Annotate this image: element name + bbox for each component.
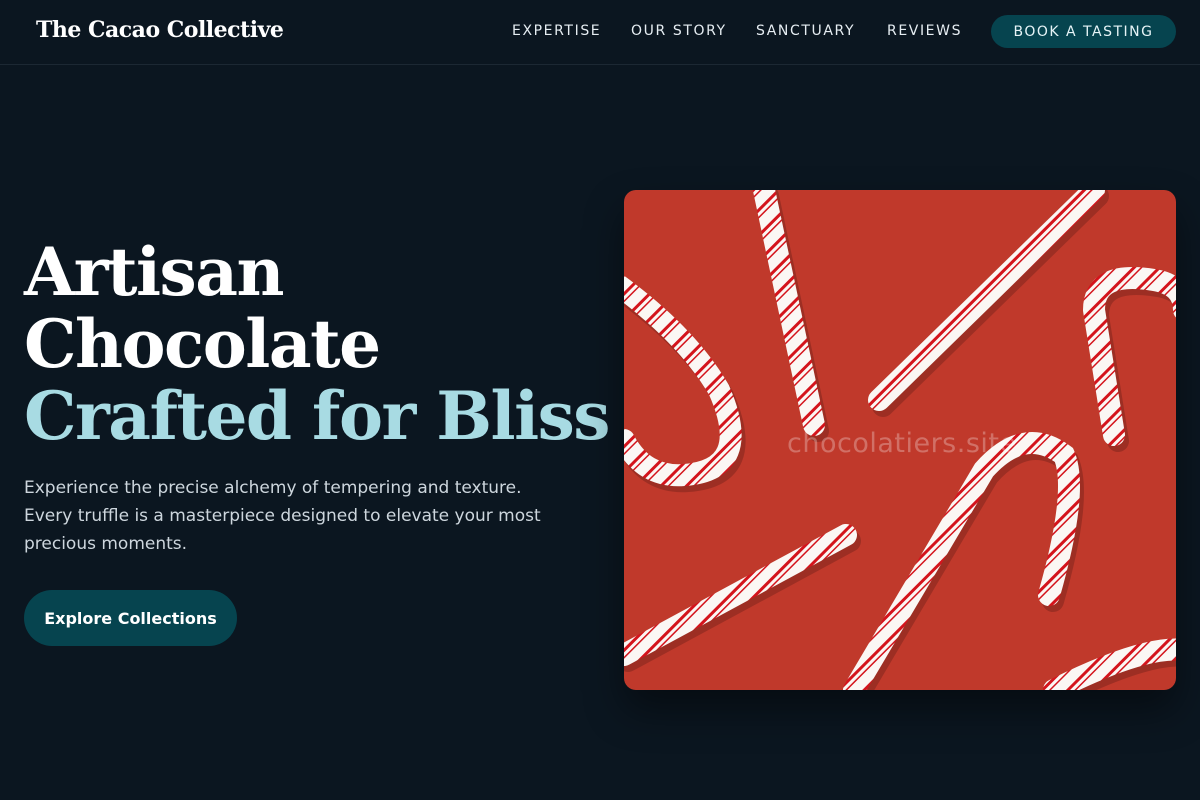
nav-link-our-story[interactable]: OUR STORY [631, 23, 727, 39]
nav-link-reviews[interactable]: REVIEWS [887, 23, 962, 39]
navbar: The Cacao Collective EXPERTISE OUR STORY… [0, 0, 1200, 65]
image-watermark: chocolatiers.site [787, 428, 1017, 459]
hero-title-accent: Crafted for Bliss [24, 377, 610, 455]
book-tasting-button[interactable]: BOOK A TASTING [991, 15, 1176, 48]
brand-logo[interactable]: The Cacao Collective [36, 17, 284, 43]
hero-image: chocolatiers.site [624, 190, 1176, 690]
hero-title: Artisan Chocolate Crafted for Bliss [24, 233, 610, 455]
nav-link-sanctuary[interactable]: SANCTUARY [756, 23, 855, 39]
hero-title-line-2: Chocolate [24, 305, 381, 383]
hero-title-line-1: Artisan [24, 233, 284, 311]
explore-collections-button[interactable]: Explore Collections [24, 590, 237, 646]
hero-description: Experience the precise alchemy of temper… [24, 474, 564, 558]
nav-link-expertise[interactable]: EXPERTISE [512, 23, 601, 39]
hero-description-line: Every truffle is a masterpiece designed … [24, 506, 541, 526]
hero-description-line: Experience the precise alchemy of temper… [24, 478, 522, 498]
hero-description-line: precious moments. [24, 534, 188, 554]
